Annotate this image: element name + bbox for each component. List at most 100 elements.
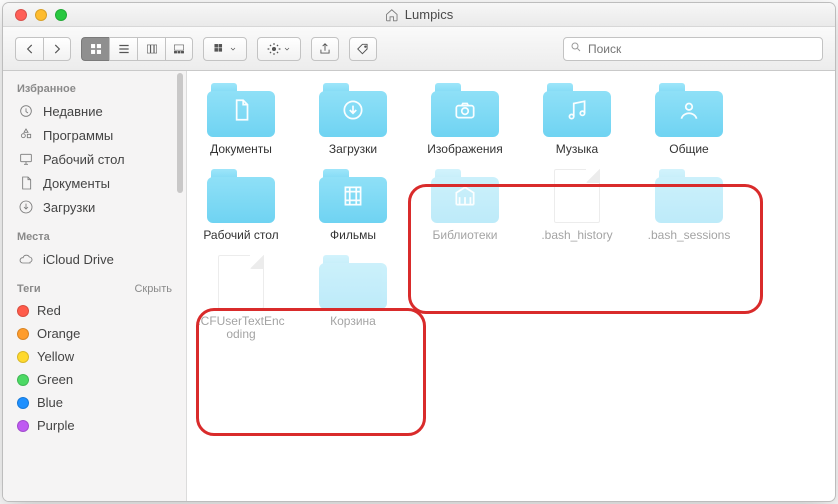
item-label: Рабочий стол (203, 229, 278, 243)
folder-item[interactable]: Загрузки (307, 83, 399, 157)
folder-item[interactable]: .bash_sessions (643, 169, 735, 243)
folder-icon (207, 83, 275, 137)
tag-dot-icon (17, 374, 29, 386)
desktop-icon (17, 151, 35, 167)
folder-item[interactable]: Общие (643, 83, 735, 157)
file-grid: Документы Загрузки Изображения Музыка Общие Р… (195, 83, 775, 342)
edit-tags-button[interactable] (349, 37, 377, 61)
sidebar-section-locations: Места (3, 227, 186, 247)
folder-item[interactable]: Фильмы (307, 169, 399, 243)
sidebar-item-desktop[interactable]: Рабочий стол (3, 147, 186, 171)
item-label: Изображения (427, 143, 502, 157)
maximize-window-button[interactable] (55, 9, 67, 21)
folder-icon (431, 169, 499, 223)
nav-back-button[interactable] (15, 37, 43, 61)
file-item[interactable]: .CFUserTextEncoding (195, 255, 287, 343)
sidebar-item-label: Документы (43, 176, 110, 191)
sidebar: Избранное Недавние Программы Рабочий сто… (3, 71, 187, 501)
item-label: Фильмы (330, 229, 376, 243)
item-label: .CFUserTextEncoding (195, 315, 287, 343)
arrange-button[interactable] (203, 37, 247, 61)
item-label: Общие (669, 143, 708, 157)
sidebar-section-title: Теги (17, 283, 41, 295)
documents-icon (17, 175, 35, 191)
finder-window: Lumpics (3, 3, 835, 501)
item-label: .bash_history (541, 229, 612, 243)
folder-icon (319, 255, 387, 309)
nav-forward-button[interactable] (43, 37, 71, 61)
sidebar-item-applications[interactable]: Программы (3, 123, 186, 147)
share-button[interactable] (311, 37, 339, 61)
home-icon (385, 8, 399, 22)
sidebar-item-label: iCloud Drive (43, 252, 114, 267)
share-button-group (311, 37, 339, 61)
sidebar-item-label: Недавние (43, 104, 103, 119)
sidebar-tag-green[interactable]: Green (3, 368, 186, 391)
item-label: Музыка (556, 143, 598, 157)
tag-dot-icon (17, 351, 29, 363)
sidebar-item-label: Рабочий стол (43, 152, 125, 167)
sidebar-item-label: Yellow (37, 349, 74, 364)
tag-dot-icon (17, 420, 29, 432)
titlebar: Lumpics (3, 3, 835, 27)
file-icon (218, 255, 264, 309)
folder-item[interactable]: Корзина (307, 255, 399, 343)
item-label: Библиотеки (432, 229, 497, 243)
content-area[interactable]: Документы Загрузки Изображения Музыка Общие Р… (187, 71, 835, 501)
column-view-button[interactable] (137, 37, 165, 61)
list-view-button[interactable] (109, 37, 137, 61)
nav-back-forward (15, 37, 71, 61)
traffic-lights (3, 9, 67, 21)
search-icon (570, 41, 582, 56)
sidebar-item-documents[interactable]: Документы (3, 171, 186, 195)
window-title-text: Lumpics (405, 7, 453, 22)
sidebar-tags-hide-button[interactable]: Скрыть (134, 283, 172, 295)
tag-dot-icon (17, 397, 29, 409)
minimize-window-button[interactable] (35, 9, 47, 21)
sidebar-tag-orange[interactable]: Orange (3, 322, 186, 345)
icon-view-button[interactable] (81, 37, 109, 61)
sidebar-item-label: Blue (37, 395, 63, 410)
arrange-button-group (203, 37, 247, 61)
search-input[interactable] (588, 42, 816, 56)
sidebar-tag-yellow[interactable]: Yellow (3, 345, 186, 368)
sidebar-tag-blue[interactable]: Blue (3, 391, 186, 414)
view-mode-switcher (81, 37, 193, 61)
action-menu-button[interactable] (257, 37, 301, 61)
toolbar (3, 27, 835, 71)
gallery-view-button[interactable] (165, 37, 193, 61)
item-label: .bash_sessions (648, 229, 731, 243)
search-box[interactable] (563, 37, 823, 61)
tag-dot-icon (17, 328, 29, 340)
file-icon (554, 169, 600, 223)
folder-icon (655, 169, 723, 223)
folder-icon (319, 169, 387, 223)
sidebar-item-icloud[interactable]: iCloud Drive (3, 247, 186, 271)
folder-item[interactable]: Библиотеки (419, 169, 511, 243)
sidebar-item-label: Green (37, 372, 73, 387)
sidebar-item-label: Purple (37, 418, 75, 433)
sidebar-item-recents[interactable]: Недавние (3, 99, 186, 123)
sidebar-item-label: Orange (37, 326, 80, 341)
folder-item[interactable]: Изображения (419, 83, 511, 157)
sidebar-tag-red[interactable]: Red (3, 299, 186, 322)
tags-button-group (349, 37, 377, 61)
folder-item[interactable]: Музыка (531, 83, 623, 157)
apps-icon (17, 127, 35, 143)
sidebar-scrollbar-thumb[interactable] (177, 73, 183, 193)
tag-dot-icon (17, 305, 29, 317)
close-window-button[interactable] (15, 9, 27, 21)
sidebar-item-label: Red (37, 303, 61, 318)
sidebar-section-favorites: Избранное (3, 79, 186, 99)
folder-item[interactable]: Рабочий стол (195, 169, 287, 243)
action-button-group (257, 37, 301, 61)
folder-item[interactable]: Документы (195, 83, 287, 157)
item-label: Документы (210, 143, 272, 157)
window-body: Избранное Недавние Программы Рабочий сто… (3, 71, 835, 501)
file-item[interactable]: .bash_history (531, 169, 623, 243)
sidebar-item-downloads[interactable]: Загрузки (3, 195, 186, 219)
window-title: Lumpics (385, 7, 453, 22)
sidebar-section-title: Избранное (17, 83, 76, 95)
item-label: Загрузки (329, 143, 377, 157)
sidebar-tag-purple[interactable]: Purple (3, 414, 186, 437)
